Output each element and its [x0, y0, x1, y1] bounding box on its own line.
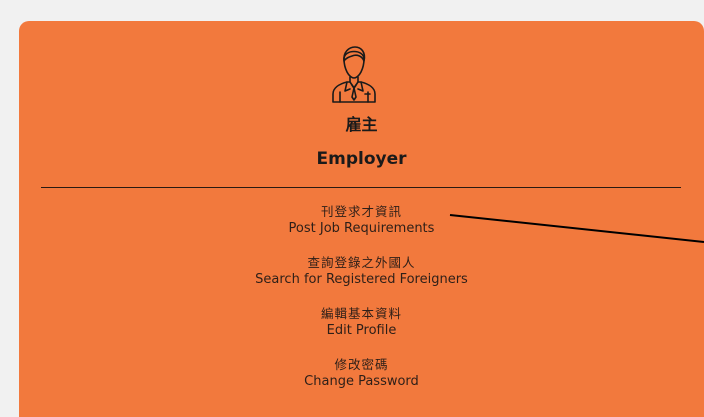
employer-menu: 刊登求才資訊 Post Job Requirements 查詢登錄之外國人 Se…: [19, 203, 704, 407]
menu-item-label-en: Edit Profile: [326, 323, 397, 338]
menu-item-label-zh: 編輯基本資料: [320, 306, 402, 321]
menu-item-label-en: Search for Registered Foreigners: [255, 272, 468, 287]
menu-item-label-en: Post Job Requirements: [288, 221, 435, 236]
menu-item-edit-profile[interactable]: 編輯基本資料 Edit Profile: [212, 305, 512, 356]
menu-item-label-en: Change Password: [304, 374, 419, 389]
employer-card: 雇主 Employer 刊登求才資訊 Post Job Requirements…: [19, 21, 704, 417]
menu-item-change-password[interactable]: 修改密碼 Change Password: [212, 356, 512, 407]
employer-avatar-icon: [329, 42, 379, 104]
menu-item-label-zh: 查詢登錄之外國人: [307, 255, 416, 270]
role-title-en: Employer: [316, 149, 407, 169]
menu-item-label-zh: 修改密碼: [334, 357, 389, 372]
menu-item-label-zh: 刊登求才資訊: [320, 204, 402, 219]
divider: [41, 187, 681, 188]
menu-item-search-foreigners[interactable]: 查詢登錄之外國人 Search for Registered Foreigner…: [212, 254, 512, 305]
menu-item-post-job[interactable]: 刊登求才資訊 Post Job Requirements: [212, 203, 512, 254]
role-title-zh: 雇主: [345, 115, 378, 134]
